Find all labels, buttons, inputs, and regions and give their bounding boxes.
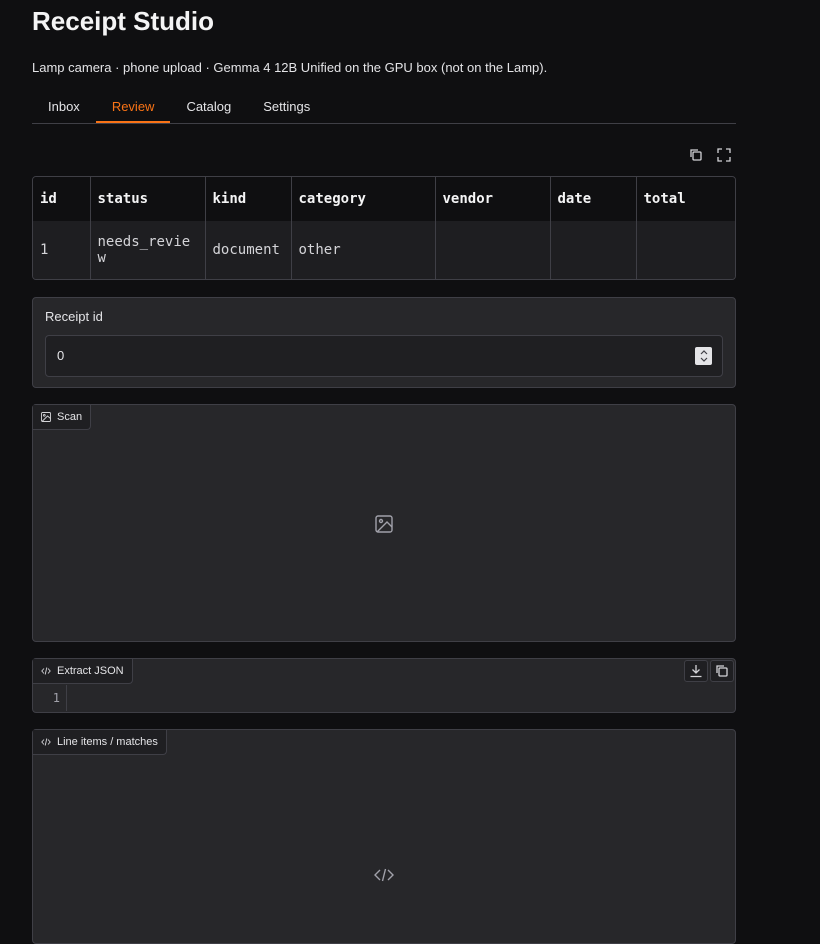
table-row[interactable]: 1 needs_review document other <box>33 221 735 279</box>
copy-icon <box>716 665 728 677</box>
copy-table-button[interactable] <box>688 147 704 163</box>
column-header-total[interactable]: total <box>636 177 735 221</box>
code-icon <box>41 667 51 675</box>
download-icon <box>690 665 702 678</box>
json-toolbar <box>684 660 734 682</box>
tab-bar: Inbox Review Catalog Settings <box>32 91 736 124</box>
receipt-id-label: Receipt id <box>45 309 103 324</box>
column-header-date[interactable]: date <box>550 177 637 221</box>
column-header-status[interactable]: status <box>90 177 206 221</box>
tab-inbox[interactable]: Inbox <box>32 91 96 123</box>
cell-category[interactable]: other <box>291 221 436 279</box>
tab-review[interactable]: Review <box>95 91 171 123</box>
receipt-id-input[interactable]: 0 <box>45 335 723 377</box>
tab-catalog[interactable]: Catalog <box>170 91 247 123</box>
fullscreen-icon <box>717 148 731 162</box>
cell-total[interactable] <box>636 221 735 279</box>
page-title: Receipt Studio <box>32 6 215 36</box>
cell-id[interactable]: 1 <box>33 221 91 279</box>
line-number: 1 <box>52 691 60 705</box>
page-subtitle: Lamp camera · phone upload · Gemma 4 12B… <box>32 60 548 75</box>
receipt-id-panel: Receipt id 0 <box>32 297 736 388</box>
code-icon <box>41 738 51 746</box>
copy-json-button[interactable] <box>710 660 734 682</box>
chevron-down-icon <box>700 357 707 362</box>
column-header-vendor[interactable]: vendor <box>435 177 551 221</box>
scan-label-tag: Scan <box>33 405 92 430</box>
cell-vendor[interactable] <box>435 221 551 279</box>
tab-settings[interactable]: Settings <box>247 91 326 123</box>
extract-json-label: Extract JSON <box>57 665 124 677</box>
cell-date[interactable] <box>550 221 637 279</box>
line-items-panel: Line items / matches <box>32 729 736 944</box>
extract-json-panel: Extract JSON 1 <box>32 658 736 713</box>
cell-status[interactable]: needs_review <box>90 221 206 279</box>
copy-icon <box>690 149 702 161</box>
column-header-category[interactable]: category <box>291 177 436 221</box>
image-placeholder-icon <box>375 515 393 533</box>
receipts-table: id status kind category vendor date tota… <box>32 176 736 280</box>
receipt-id-value: 0 <box>57 348 65 363</box>
scan-label: Scan <box>57 411 83 423</box>
fullscreen-button[interactable] <box>716 147 732 163</box>
scan-panel[interactable]: Scan <box>32 404 736 642</box>
receipt-id-stepper[interactable] <box>695 347 712 365</box>
table-toolbar <box>688 147 732 163</box>
image-icon <box>41 412 51 422</box>
column-header-kind[interactable]: kind <box>205 177 292 221</box>
download-json-button[interactable] <box>684 660 708 682</box>
column-header-id[interactable]: id <box>33 177 91 221</box>
line-items-label-tag: Line items / matches <box>33 730 167 755</box>
extract-json-label-tag: Extract JSON <box>33 659 133 684</box>
chevron-up-icon <box>700 350 707 355</box>
line-number-gutter: 1 <box>33 685 67 711</box>
line-items-label: Line items / matches <box>57 736 158 748</box>
table-header-row: id status kind category vendor date tota… <box>33 177 735 221</box>
code-placeholder-icon <box>374 868 394 882</box>
cell-kind[interactable]: document <box>205 221 292 279</box>
